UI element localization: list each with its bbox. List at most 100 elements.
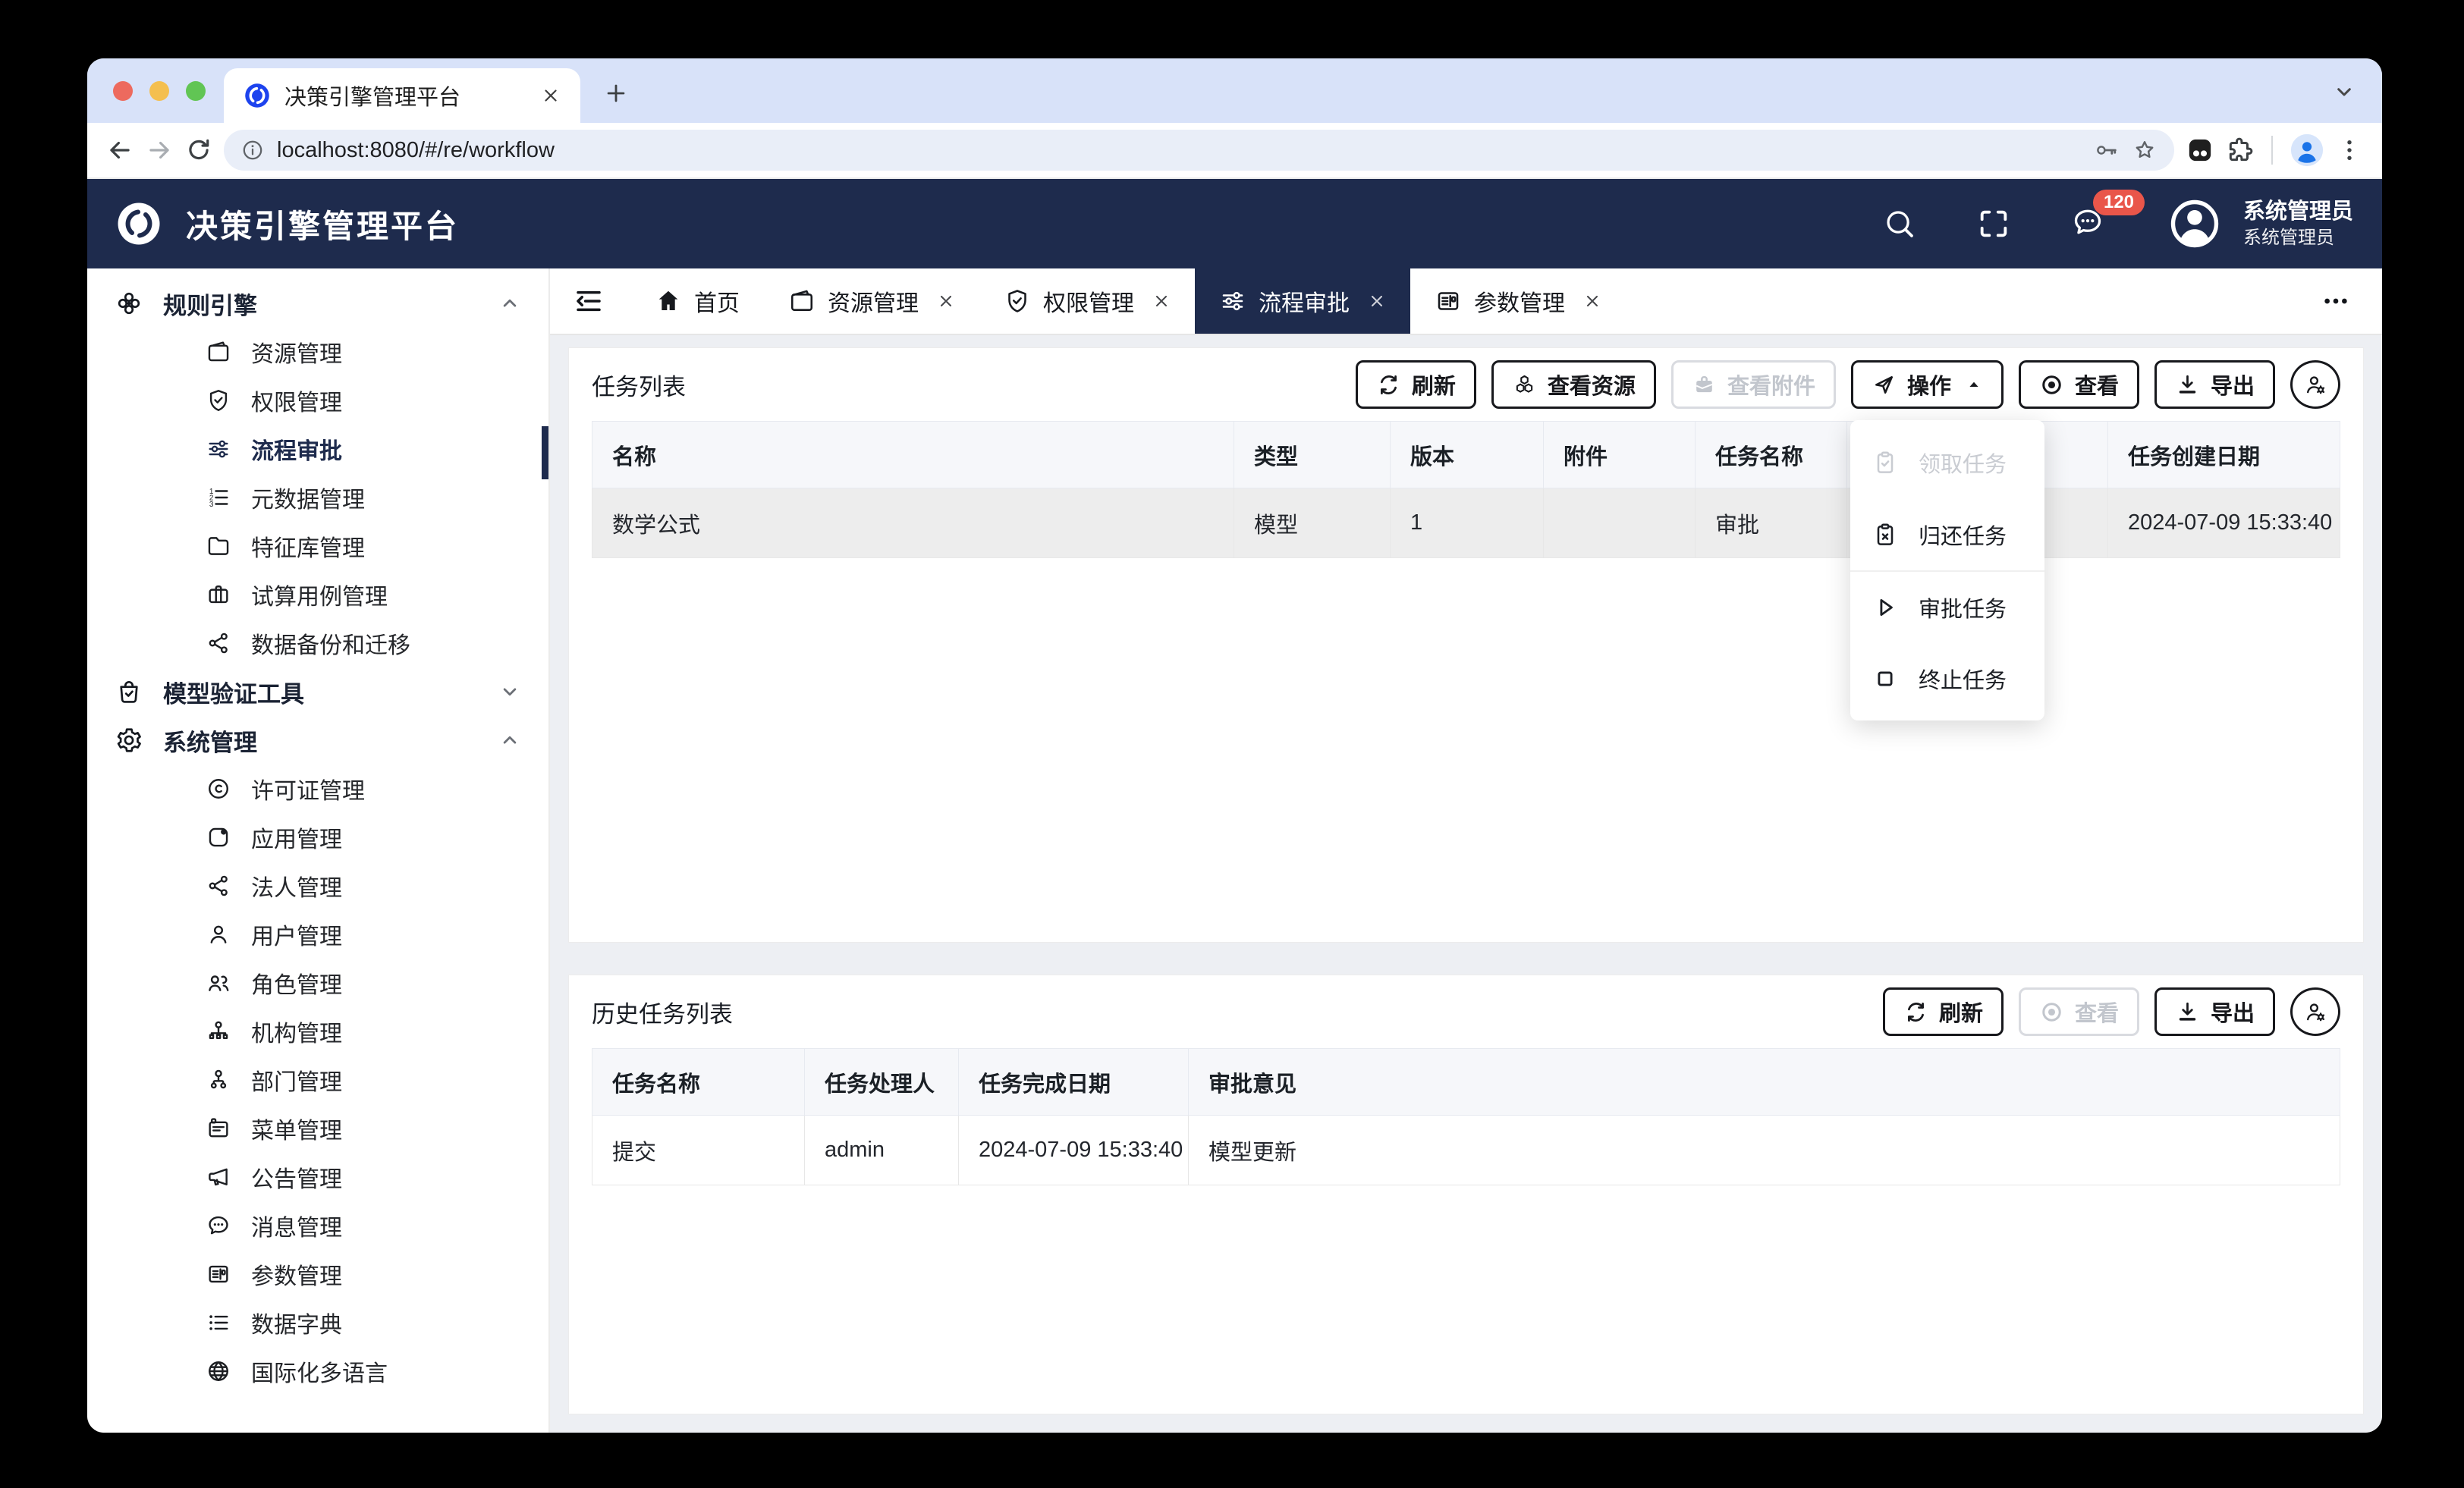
sidebar-item[interactable]: 菜单管理 (87, 1104, 548, 1153)
sidebar-item[interactable]: 机构管理 (87, 1007, 548, 1056)
reload-icon[interactable] (184, 136, 213, 165)
zoom-window-button[interactable] (186, 81, 206, 101)
fullscreen-icon[interactable] (1976, 206, 2011, 241)
forward-icon[interactable] (145, 136, 174, 165)
page-tab[interactable]: 流程审批 (1195, 268, 1410, 334)
app-header: 决策引擎管理平台 120 系统管理员 系统管理员 (87, 179, 2382, 268)
back-icon[interactable] (105, 136, 134, 165)
sidebar-group: 模型验证工具 (87, 667, 548, 716)
bookmark-star-icon[interactable] (2132, 137, 2158, 163)
more-tabs-icon[interactable] (2320, 285, 2352, 317)
toolbar-button[interactable] (2290, 987, 2340, 1036)
address-bar[interactable]: localhost:8080/#/re/workflow (224, 130, 2174, 171)
extension-app-icon[interactable] (2185, 135, 2215, 165)
menu-item-label: 终止任务 (1919, 663, 2007, 695)
sidebar-item[interactable]: 部门管理 (87, 1056, 548, 1104)
site-info-icon[interactable] (240, 138, 265, 162)
messages-button[interactable]: 120 (2070, 205, 2105, 243)
toolbar-button[interactable]: 查看资源 (1491, 360, 1656, 409)
close-tab-icon[interactable] (541, 86, 561, 105)
sidebar-item[interactable]: 数据字典 (87, 1298, 548, 1347)
browser-tab[interactable]: 决策引擎管理平台 (224, 68, 580, 123)
close-tab-icon[interactable] (1152, 292, 1171, 310)
close-tab-icon[interactable] (1583, 292, 1601, 310)
menu-item[interactable]: 审批任务 (1850, 570, 2044, 642)
menu-item[interactable]: 领取任务 (1850, 426, 2044, 498)
content-area: 任务列表 刷新 (550, 335, 2382, 1433)
sidebar-item[interactable]: 国际化多语言 (87, 1347, 548, 1395)
close-window-button[interactable] (113, 81, 133, 101)
list-num-icon: 123 (206, 485, 231, 510)
menu-item[interactable]: 终止任务 (1850, 642, 2044, 714)
sidebar-group-header[interactable]: 系统管理 (87, 716, 548, 764)
sidebar-group-header[interactable]: 模型验证工具 (87, 667, 548, 716)
toolbar-button[interactable]: 查看 (2019, 987, 2139, 1036)
password-key-icon[interactable] (2094, 137, 2120, 163)
app-icon (206, 824, 231, 850)
table-cell: 2024-07-09 15:33:40 (2108, 488, 2340, 558)
sidebar-item[interactable]: 资源管理 (87, 328, 548, 376)
chev-up-icon[interactable] (498, 729, 521, 752)
sidebar-item[interactable]: 公告管理 (87, 1153, 548, 1201)
sidebar-item[interactable]: 角色管理 (87, 959, 548, 1007)
sidebar-item[interactable]: 123 元数据管理 (87, 473, 548, 522)
sidebar-item[interactable]: 法人管理 (87, 862, 548, 910)
sidebar-group-header[interactable]: 规则引擎 (87, 279, 548, 328)
sidebar-item[interactable]: 特征库管理 (87, 522, 548, 570)
tab-search-icon[interactable] (2332, 80, 2356, 104)
chev-up-icon[interactable] (498, 292, 521, 315)
button-label: 导出 (2211, 996, 2255, 1028)
table-row[interactable]: 数学公式模型1审批2024-07-09 15:33:40 (592, 488, 2340, 558)
toolbar-button[interactable] (2290, 360, 2340, 409)
chev-down-icon[interactable] (498, 680, 521, 703)
toolbar-button[interactable]: 导出 (2154, 987, 2275, 1036)
column-header[interactable]: 版本 (1391, 422, 1544, 488)
sidebar-item[interactable]: 许可证管理 (87, 764, 548, 813)
minimize-window-button[interactable] (149, 81, 169, 101)
toolbar-button[interactable]: 操作 (1851, 360, 2004, 409)
page-tab[interactable]: 资源管理 (764, 268, 979, 334)
sidebar-item[interactable]: 参数管理 (87, 1250, 548, 1298)
shield-icon (206, 388, 231, 413)
user-info[interactable]: 系统管理员 系统管理员 (2243, 198, 2353, 250)
column-header[interactable]: 任务名称 (1696, 422, 1847, 488)
column-header[interactable]: 类型 (1234, 422, 1391, 488)
sidebar-item[interactable]: 应用管理 (87, 813, 548, 862)
sidebar-item[interactable]: 流程审批 (87, 425, 548, 473)
close-tab-icon[interactable] (937, 292, 955, 310)
sidebar-item[interactable]: 试算用例管理 (87, 570, 548, 619)
new-tab-button[interactable] (603, 80, 629, 106)
toolbar-button[interactable]: 查看 (2019, 360, 2139, 409)
toolbar-button[interactable]: 查看附件 (1671, 360, 1836, 409)
column-header[interactable]: 任务完成日期 (959, 1049, 1189, 1116)
toolbar-button[interactable]: 刷新 (1356, 360, 1476, 409)
app-title: 决策引擎管理平台 (186, 201, 459, 247)
sidebar-item[interactable]: 消息管理 (87, 1201, 548, 1250)
browser-profile-avatar[interactable] (2290, 133, 2324, 168)
toolbar-button[interactable]: 导出 (2154, 360, 2275, 409)
close-tab-icon[interactable] (1368, 292, 1386, 310)
search-icon[interactable] (1882, 206, 1917, 241)
column-header[interactable]: 名称 (592, 422, 1234, 488)
extensions-puzzle-icon[interactable] (2226, 136, 2255, 165)
user-avatar[interactable] (2166, 195, 2224, 253)
column-header[interactable]: 任务创建日期 (2108, 422, 2340, 488)
page-tab[interactable]: 首页 (630, 268, 764, 334)
column-header[interactable]: 审批意见 (1189, 1049, 2340, 1116)
menu-item[interactable]: 归还任务 (1850, 498, 2044, 570)
sidebar-item[interactable]: 数据备份和迁移 (87, 619, 548, 667)
browser-menu-icon[interactable] (2335, 136, 2364, 165)
sidebar-item-label: 机构管理 (251, 1015, 342, 1048)
column-header[interactable]: 任务名称 (592, 1049, 805, 1116)
toolbar-button[interactable]: 刷新 (1883, 987, 2004, 1036)
collapse-sidebar-icon[interactable] (573, 285, 605, 317)
page-tab[interactable]: 参数管理 (1410, 268, 1626, 334)
column-header[interactable]: 附件 (1544, 422, 1696, 488)
browser-tab-title: 决策引擎管理平台 (284, 80, 527, 111)
column-header[interactable]: 任务处理人 (805, 1049, 959, 1116)
sidebar-item[interactable]: 权限管理 (87, 376, 548, 425)
table-row[interactable]: 提交admin2024-07-09 15:33:40模型更新 (592, 1116, 2340, 1185)
sidebar-item[interactable]: 用户管理 (87, 910, 548, 959)
page-tab[interactable]: 权限管理 (979, 268, 1195, 334)
copyright-icon (206, 776, 231, 802)
